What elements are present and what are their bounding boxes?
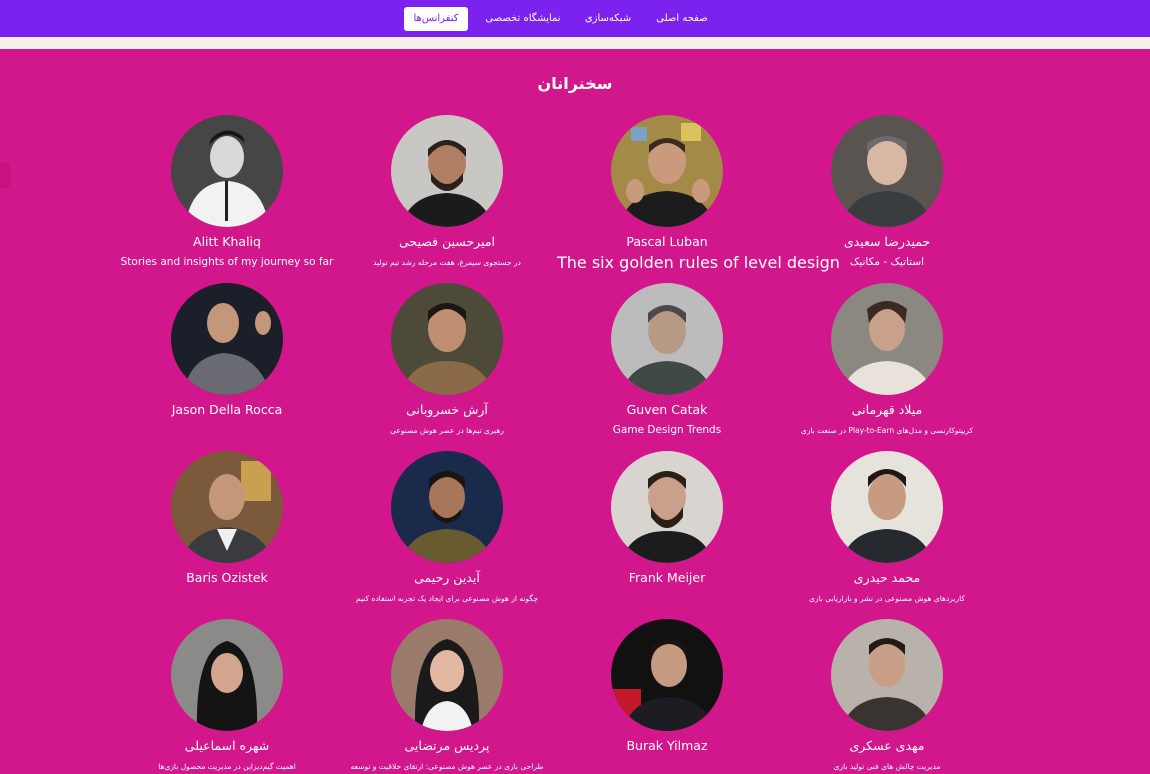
speaker-photo	[611, 619, 723, 731]
speaker-topic: رهبری تیم‌ها در عصر هوش مصنوعی	[390, 426, 504, 435]
speaker-name: آرش خسروبانی	[406, 402, 488, 417]
speaker-topic: استاتیک - مکانیک	[849, 256, 925, 268]
speaker-card[interactable]: Alitt Khaliq Stories and insights of my …	[117, 115, 337, 270]
speaker-photo	[391, 619, 503, 731]
speaker-card[interactable]: آیدین رحیمی چگونه از هوش مصنوعی برای ایج…	[337, 451, 557, 606]
speaker-photo	[611, 451, 723, 563]
speaker-card[interactable]: Burak Yilmaz	[557, 619, 777, 753]
speaker-topic: Stories and insights of my journey so fa…	[120, 256, 334, 268]
speaker-topic: چگونه از هوش مصنوعی برای ایجاد یک تجربه …	[355, 594, 539, 603]
speaker-topic: کاربردهای هوش مصنوعی در نشر و بازاریابی …	[809, 594, 965, 603]
side-tab[interactable]	[0, 162, 10, 188]
speaker-topic: اهمیت گیم‌دیزاین در مدیریت محصول بازی‌ها	[158, 762, 296, 771]
speaker-photo	[831, 283, 943, 395]
speaker-photo	[171, 619, 283, 731]
speaker-photo	[171, 115, 283, 227]
speaker-name: Burak Yilmaz	[626, 738, 708, 753]
speaker-photo	[391, 283, 503, 395]
speaker-card[interactable]: Baris Ozistek	[117, 451, 337, 585]
speaker-card[interactable]: Guven Catak Game Design Trends	[557, 283, 777, 438]
speaker-name: میلاد قهرمانی	[851, 402, 923, 417]
speaker-photo	[831, 115, 943, 227]
speaker-name: امیرحسین فصیحی	[398, 234, 496, 249]
speaker-topic: طراحی بازی در عصر هوش مصنوعی: ارتقای خلا…	[350, 762, 544, 771]
speaker-card[interactable]: Frank Meijer	[557, 451, 777, 585]
speaker-name: حمیدرضا سعیدی	[843, 234, 931, 249]
speaker-card[interactable]: Pascal Luban The six golden rules of lev…	[557, 115, 840, 271]
speaker-topic: Game Design Trends	[612, 424, 722, 436]
speaker-name: Jason Della Rocca	[171, 402, 283, 417]
speaker-name: Frank Meijer	[628, 570, 706, 585]
speaker-photo	[831, 619, 943, 731]
speaker-photo	[171, 283, 283, 395]
speaker-name: محمد حیدری	[853, 570, 921, 585]
nav-networking[interactable]: شبکه‌سازی	[573, 7, 643, 31]
nav-home[interactable]: صفحه اصلی	[647, 7, 717, 31]
speaker-card[interactable]: میلاد قهرمانی کریپتوکارنسی و مدل‌های Pla…	[777, 283, 997, 438]
speaker-photo	[831, 451, 943, 563]
header-divider-band	[0, 37, 1150, 49]
speaker-card[interactable]: مهدی عسکری مدیریت چالش های فنی تولید باز…	[777, 619, 997, 774]
speaker-name: پردیس مرتضایی	[404, 738, 490, 753]
speaker-name: شهره اسماعیلی	[184, 738, 270, 753]
speaker-photo	[611, 283, 723, 395]
speaker-name: Pascal Luban	[626, 234, 708, 249]
speaker-card[interactable]: حمیدرضا سعیدی استاتیک - مکانیک	[777, 115, 997, 270]
speaker-name: مهدی عسکری	[849, 738, 925, 753]
speaker-name: آیدین رحیمی	[414, 570, 480, 585]
speaker-photo	[391, 115, 503, 227]
speaker-name: Guven Catak	[626, 402, 708, 417]
speaker-topic: مدیریت چالش های فنی تولید بازی	[833, 762, 941, 771]
speaker-photo	[391, 451, 503, 563]
section-title: سخنرانان	[537, 74, 613, 93]
speaker-card[interactable]: Jason Della Rocca	[117, 283, 337, 417]
nav-exhibition[interactable]: نمایشگاه تخصصی	[478, 7, 568, 31]
speaker-name: Baris Ozistek	[186, 570, 268, 585]
nav-conferences[interactable]: کنفرانس‌ها	[404, 7, 468, 31]
speaker-card[interactable]: پردیس مرتضایی طراحی بازی در عصر هوش مصنو…	[337, 619, 557, 774]
speaker-topic: در جستجوی سیمرغ، هفت مرحله رشد تیم تولید	[373, 258, 521, 267]
speaker-name: Alitt Khaliq	[193, 234, 261, 249]
speaker-card[interactable]: آرش خسروبانی رهبری تیم‌ها در عصر هوش مصن…	[337, 283, 557, 438]
top-navbar: صفحه اصلی شبکه‌سازی نمایشگاه تخصصی کنفرا…	[0, 0, 1150, 37]
speaker-topic: کریپتوکارنسی و مدل‌های Play-to-Earn در ص…	[800, 426, 974, 435]
speaker-photo	[171, 451, 283, 563]
speaker-card[interactable]: محمد حیدری کاربردهای هوش مصنوعی در نشر و…	[777, 451, 997, 606]
speaker-photo	[611, 115, 723, 227]
speaker-card[interactable]: شهره اسماعیلی اهمیت گیم‌دیزاین در مدیریت…	[117, 619, 337, 774]
speaker-card[interactable]: امیرحسین فصیحی در جستجوی سیمرغ، هفت مرحل…	[337, 115, 557, 270]
